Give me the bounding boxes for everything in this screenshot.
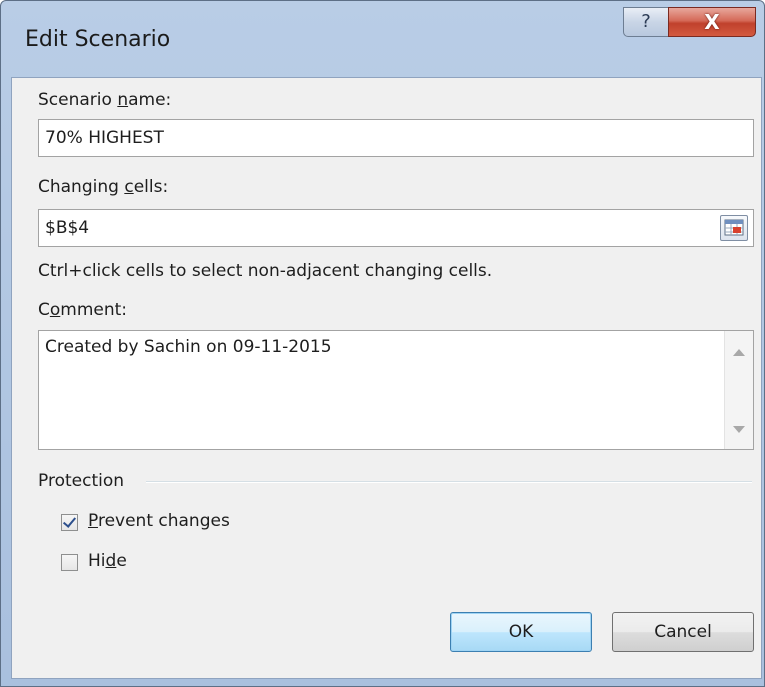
changing-cells-value: $B$4	[45, 218, 90, 238]
scenario-name-value: 70% HIGHEST	[45, 128, 164, 148]
help-button[interactable]: ?	[623, 7, 669, 37]
scenario-name-label: Scenario name:	[38, 90, 172, 110]
title-bar[interactable]: Edit Scenario ? X	[1, 1, 764, 79]
changing-cells-label: Changing cells:	[38, 177, 169, 197]
cancel-button[interactable]: Cancel	[612, 612, 754, 652]
scroll-up-arrow-icon[interactable]	[733, 349, 745, 356]
checkmark-icon	[62, 514, 77, 528]
help-icon: ?	[641, 11, 651, 32]
comment-textarea[interactable]: Created by Sachin on 09-11-2015	[38, 330, 754, 450]
ok-button[interactable]: OK	[450, 612, 592, 652]
changing-cells-hint: Ctrl+click cells to select non-adjacent …	[38, 261, 493, 281]
dialog-title: Edit Scenario	[25, 27, 171, 52]
edit-scenario-dialog: Edit Scenario ? X Scenario name: 70% HIG…	[0, 0, 765, 687]
scenario-name-input[interactable]: 70% HIGHEST	[38, 119, 754, 157]
dialog-body: Scenario name: 70% HIGHEST Changing cell…	[11, 77, 762, 679]
collapse-dialog-button[interactable]	[720, 215, 748, 241]
hide-label[interactable]: Hide	[88, 551, 127, 571]
close-button[interactable]: X	[668, 7, 756, 37]
prevent-changes-label[interactable]: Prevent changes	[88, 511, 230, 531]
comment-scrollbar[interactable]	[724, 331, 753, 449]
comment-label: Comment:	[38, 300, 128, 320]
scroll-down-arrow-icon[interactable]	[733, 426, 745, 433]
close-icon: X	[704, 10, 720, 34]
range-select-icon	[724, 219, 744, 236]
protection-divider	[146, 481, 752, 483]
comment-value: Created by Sachin on 09-11-2015	[45, 337, 332, 357]
prevent-changes-checkbox[interactable]	[61, 514, 78, 531]
protection-heading: Protection	[38, 471, 125, 491]
hide-checkbox[interactable]	[61, 554, 78, 571]
changing-cells-input[interactable]: $B$4	[38, 209, 754, 247]
